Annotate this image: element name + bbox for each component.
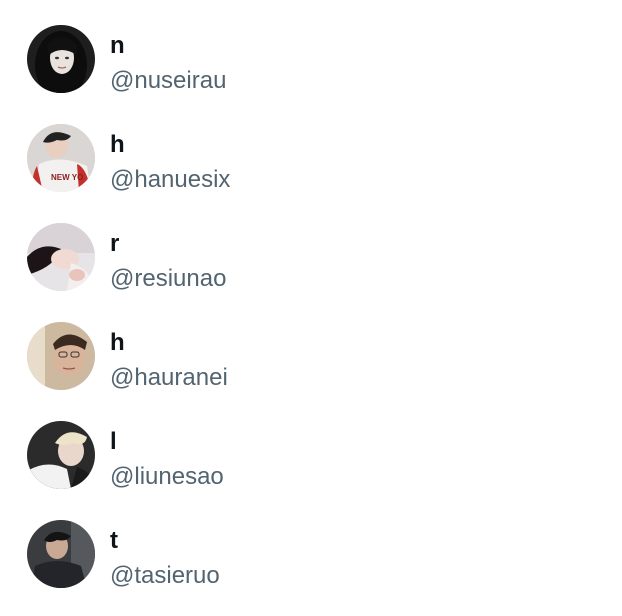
display-name: h: [110, 131, 125, 158]
handle: @tasieruo: [110, 562, 220, 589]
display-name: h: [110, 329, 125, 356]
avatar[interactable]: [27, 520, 95, 588]
handle: @resiunao: [110, 265, 227, 292]
user-list: n @nuseirau NEW YO h @hanuesix r @resiun…: [0, 0, 622, 616]
avatar[interactable]: [27, 421, 95, 489]
display-name: r: [110, 230, 120, 257]
avatar[interactable]: [27, 322, 95, 390]
avatar-image: [27, 520, 95, 588]
avatar-image: [27, 421, 95, 489]
display-name: n: [110, 32, 125, 59]
avatar-image: [27, 25, 95, 93]
handle: @hauranei: [110, 364, 228, 391]
avatar-image: [27, 223, 95, 291]
display-name: t: [110, 527, 118, 554]
user-row[interactable]: n @nuseirau: [0, 14, 622, 113]
user-row[interactable]: l @liunesao: [0, 410, 622, 509]
avatar-image: [27, 322, 95, 390]
avatar[interactable]: NEW YO: [27, 124, 95, 192]
avatar[interactable]: [27, 223, 95, 291]
svg-text:NEW YO: NEW YO: [51, 173, 83, 182]
handle: @nuseirau: [110, 67, 227, 94]
user-row[interactable]: h @hauranei: [0, 311, 622, 410]
user-row[interactable]: r @resiunao: [0, 212, 622, 311]
handle: @liunesao: [110, 463, 224, 490]
avatar[interactable]: [27, 25, 95, 93]
avatar-image: NEW YO: [27, 124, 95, 192]
display-name: l: [110, 428, 117, 455]
user-row[interactable]: t @tasieruo: [0, 509, 622, 608]
handle: @hanuesix: [110, 166, 231, 193]
user-row[interactable]: NEW YO h @hanuesix: [0, 113, 622, 212]
